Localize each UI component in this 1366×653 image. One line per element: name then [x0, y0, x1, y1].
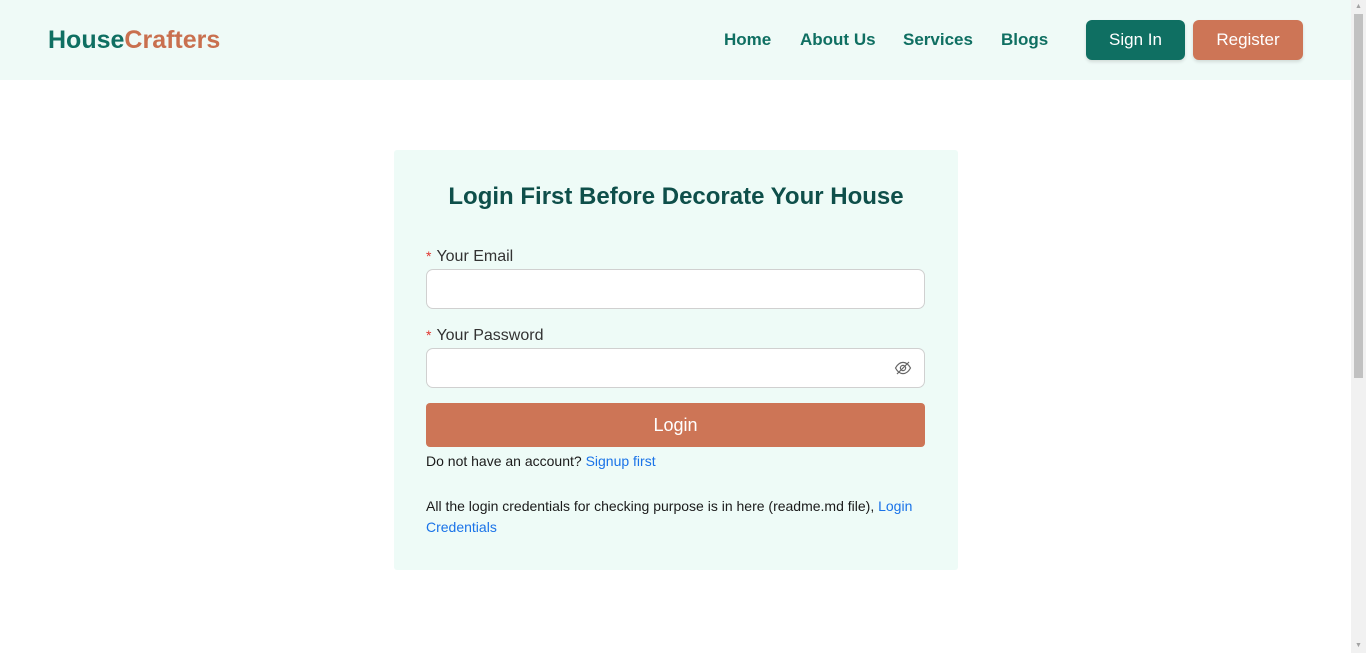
- nav-about-us[interactable]: About Us: [800, 30, 876, 50]
- email-input[interactable]: [426, 269, 925, 309]
- scrollbar-thumb[interactable]: [1354, 14, 1363, 378]
- nav-services[interactable]: Services: [903, 30, 973, 50]
- credentials-note: All the login credentials for checking p…: [426, 496, 926, 538]
- navbar: HouseCrafters Home About Us Services Blo…: [0, 0, 1351, 80]
- password-label-text: Your Password: [436, 327, 544, 344]
- no-account-text: Do not have an account?: [426, 453, 582, 469]
- required-mark: *: [426, 248, 432, 264]
- page: HouseCrafters Home About Us Services Blo…: [0, 0, 1366, 653]
- email-label: * Your Email: [426, 246, 513, 267]
- brand-house: House: [48, 26, 125, 54]
- scroll-down-arrow-icon[interactable]: ▼: [1351, 639, 1366, 653]
- brand-crafters: Crafters: [124, 26, 221, 54]
- password-label: * Your Password: [426, 325, 543, 346]
- email-label-text: Your Email: [436, 248, 514, 265]
- required-mark: *: [426, 327, 432, 343]
- nav-home[interactable]: Home: [724, 30, 771, 50]
- password-input[interactable]: [426, 348, 925, 388]
- scroll-up-arrow-icon[interactable]: ▲: [1351, 0, 1366, 14]
- sign-in-button[interactable]: Sign In: [1086, 20, 1185, 60]
- eye-slash-icon[interactable]: [894, 359, 912, 377]
- brand-logo[interactable]: HouseCrafters: [48, 25, 220, 55]
- vertical-scrollbar[interactable]: ▲ ▼: [1351, 0, 1366, 653]
- credentials-text: All the login credentials for checking p…: [426, 498, 875, 514]
- register-button[interactable]: Register: [1193, 20, 1303, 60]
- nav-blogs[interactable]: Blogs: [1001, 30, 1048, 50]
- login-button[interactable]: Login: [426, 403, 925, 447]
- signup-prompt: Do not have an account? Signup first: [426, 452, 656, 470]
- login-card: Login First Before Decorate Your House *…: [394, 150, 958, 570]
- login-title: Login First Before Decorate Your House: [448, 183, 904, 210]
- signup-link[interactable]: Signup first: [586, 453, 656, 469]
